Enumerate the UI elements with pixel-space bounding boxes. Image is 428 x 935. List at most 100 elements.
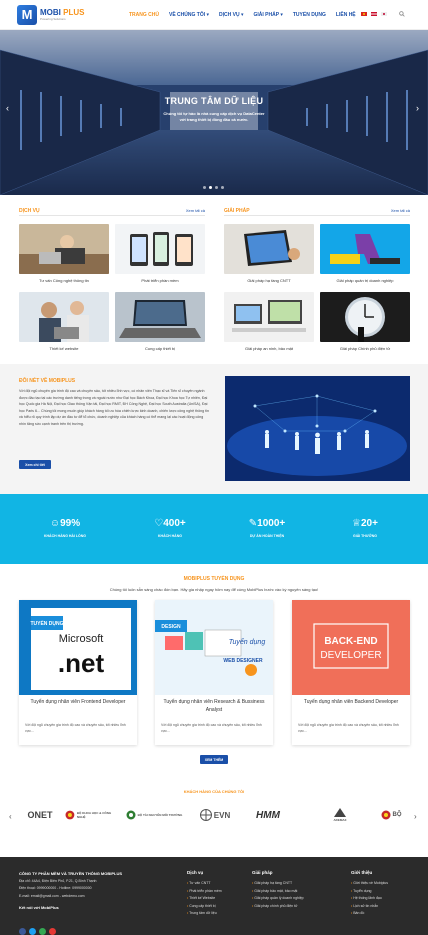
svg-text:DESIGN: DESIGN <box>161 624 181 630</box>
pencil-icon: ✎ <box>248 518 258 529</box>
partner-logo-ademax[interactable]: ADEMAX <box>315 800 365 830</box>
slider-dot[interactable] <box>209 186 212 189</box>
footer-address: Địa chỉ: 44A4, Điện Biên Phủ, P.21, Q.Bì… <box>19 878 97 883</box>
partners-prev-icon[interactable]: ‹ <box>9 812 12 821</box>
recruit-more-button[interactable]: XEM THÊM <box>200 755 228 764</box>
partner-logo-most[interactable]: BỘ KHOA HỌC & CÔNG NGHỆ <box>65 800 120 830</box>
nav-item-home[interactable]: TRANG CHỦ <box>124 12 164 18</box>
partner-logo-monre[interactable]: BỘ TÀI NGUYÊN MÔI TRƯỜNG <box>125 800 183 830</box>
footer-link[interactable]: Giải pháp bảo mật, bảo mật <box>252 888 304 896</box>
footer-phone: Điện thoại: 0999000000 - Hotline: 099900… <box>19 886 92 890</box>
site-header: M MOBI PLUS Powering Solutions TRANG CHỦ… <box>0 0 428 30</box>
footer-link[interactable]: Tuyển dụng <box>351 888 388 896</box>
footer-link[interactable]: Giải pháp chính phủ điện tử <box>252 903 304 911</box>
slider-dot[interactable] <box>203 186 206 189</box>
job-excerpt: Với đội ngũ chuyên gia trình độ cao và c… <box>25 723 126 733</box>
about-text: Với đội ngũ chuyên gia trình độ cao và c… <box>19 389 209 426</box>
nav-item-services[interactable]: DỊCH VỤ ▾ <box>214 12 248 18</box>
solution-caption-egov[interactable]: Giải pháp Chính phủ điện tử <box>320 346 410 351</box>
job-title[interactable]: Tuyển dụng nhân viên Research & Bussines… <box>161 698 267 714</box>
job-card-analyst[interactable]: DESIGN Tuyển dụng WEB DESIGNER Tuyển dụn… <box>155 600 273 745</box>
logo-name: MOBI PLUS <box>40 7 85 17</box>
footer-services: Dịch vụ Tư vấn CNTT Phát triển phần mềm … <box>187 870 222 918</box>
search-icon[interactable] <box>399 11 405 17</box>
about-title: ĐÔI NÉT VỀ MOBIPLUS <box>19 378 76 384</box>
slider-dot[interactable] <box>215 186 218 189</box>
footer-link[interactable]: Cung cấp thiết bị <box>187 903 222 911</box>
solution-caption-security[interactable]: Giải pháp an ninh, bảo mật <box>224 346 314 351</box>
main-nav: TRANG CHỦ VỀ CHÚNG TÔI ▾ DỊCH VỤ ▾ GIẢI … <box>124 0 361 30</box>
facebook-icon[interactable] <box>19 928 26 935</box>
service-caption-devices[interactable]: Cung cấp thiết bị <box>115 346 205 351</box>
footer-link[interactable]: Tư vấn CNTT <box>187 880 222 888</box>
about-detail-button[interactable]: Xem chi tiết <box>19 460 51 469</box>
nav-item-recruit[interactable]: TUYỂN DỤNG <box>288 12 331 18</box>
footer-intro: Giới thiệu Giới thiệu về Mobiplus Tuyển … <box>351 870 388 918</box>
service-caption-web[interactable]: Thiết kế website <box>19 346 109 351</box>
twitter-icon[interactable] <box>29 928 36 935</box>
recruit-title: MOBIPLUS TUYỂN DỤNG <box>183 576 245 582</box>
emblem-icon <box>126 810 136 820</box>
evn-logo-icon <box>199 809 212 821</box>
slider-dot[interactable] <box>221 186 224 189</box>
job-title[interactable]: Tuyển dụng nhân viên Backend Developer <box>298 698 404 706</box>
job-title[interactable]: Tuyển dụng nhân viên Frontend Developer <box>25 698 131 706</box>
youtube-icon[interactable] <box>49 928 56 935</box>
service-thumb-web[interactable] <box>19 292 109 342</box>
service-caption-consulting[interactable]: Tư vấn Công nghệ thông tin <box>19 278 109 283</box>
service-thumb-devices[interactable] <box>115 292 205 342</box>
footer-company-info: CÔNG TY PHẦN MỀM VÀ TRUYỀN THÔNG MOBIPLU… <box>19 870 122 912</box>
svg-text:TUYỂN DỤNG: TUYỂN DỤNG <box>30 620 63 627</box>
footer-link[interactable]: Thiết kế Website <box>187 895 222 903</box>
service-caption-software[interactable]: Phát triển phần mềm <box>115 278 205 283</box>
nav-item-solutions[interactable]: GIẢI PHÁP ▾ <box>248 12 287 18</box>
footer-link[interactable]: Bản đồ <box>351 910 388 918</box>
stat-projects: ✎1000+ DỰ ÁN HOÀN THIỆN <box>248 518 286 538</box>
job-card-backend[interactable]: BACK-END DEVELOPER Tuyển dụng nhân viên … <box>292 600 410 745</box>
partner-logo-evn[interactable]: EVN <box>190 800 240 830</box>
solution-thumb-security[interactable] <box>224 292 314 342</box>
job-image-analyst: DESIGN Tuyển dụng WEB DESIGNER <box>155 600 273 695</box>
footer-link[interactable]: Phát triển phần mềm <box>187 888 222 896</box>
solutions-view-all-link[interactable]: Xem tất cả <box>391 208 410 215</box>
service-thumb-software[interactable] <box>115 224 205 274</box>
ademax-logo-icon <box>334 808 346 817</box>
svg-text:Tuyển dụng: Tuyển dụng <box>229 638 266 646</box>
vietnam-flag-icon[interactable] <box>361 12 367 16</box>
emblem-icon <box>381 810 390 820</box>
service-thumb-consulting[interactable] <box>19 224 109 274</box>
footer-connect: Kết nối với MobiPlus <box>19 905 59 910</box>
logo[interactable]: M MOBI PLUS Powering Solutions <box>17 4 85 25</box>
footer-link[interactable]: Giới thiệu về Mobiplus <box>351 880 388 888</box>
svg-text:DEVELOPER: DEVELOPER <box>320 650 381 661</box>
footer-link[interactable]: Trung tâm dữ liệu <box>187 910 222 918</box>
footer-link[interactable]: Giải pháp quản lý doanh nghiệp <box>252 895 303 903</box>
nav-item-contact[interactable]: LIÊN HỆ <box>331 12 361 18</box>
japan-flag-icon[interactable] <box>381 12 387 16</box>
nav-item-about[interactable]: VỀ CHÚNG TÔI ▾ <box>164 12 214 18</box>
logo-mark-icon: M <box>17 4 37 25</box>
hero-title: TRUNG TÂM DỮ LIỆU <box>164 96 264 106</box>
solution-thumb-infra[interactable] <box>224 224 314 274</box>
solution-thumb-erp[interactable] <box>320 224 410 274</box>
footer-company-name: CÔNG TY PHẦN MỀM VÀ TRUYỀN THÔNG MOBIPLU… <box>19 871 123 876</box>
job-image-frontend: TUYỂN DỤNG Microsoft .net <box>19 600 137 695</box>
social-links <box>19 928 56 935</box>
footer-link[interactable]: Lịch sử tin nhắn <box>351 903 388 911</box>
footer-link[interactable]: Giải pháp hạ tầng CNTT <box>252 880 304 888</box>
solution-caption-infra[interactable]: Giải pháp hạ tầng CNTT <box>224 278 314 283</box>
services-title: DỊCH VỤ <box>19 208 40 214</box>
footer-email: E-mail: email@gmail.com - webdemo.com <box>19 893 85 898</box>
uk-flag-icon[interactable] <box>371 12 377 16</box>
google-icon[interactable] <box>39 928 46 935</box>
job-card-frontend[interactable]: TUYỂN DỤNG Microsoft .net Tuyển dụng nhâ… <box>19 600 137 745</box>
partner-logo-onet[interactable]: ONET <box>20 800 60 830</box>
partner-logo-hmm[interactable]: HMM <box>248 800 288 830</box>
footer-link[interactable]: Hệ thống lãnh đạo <box>351 895 388 903</box>
smile-icon: ☺ <box>49 518 61 529</box>
solution-thumb-egov[interactable] <box>320 292 410 342</box>
solution-caption-erp[interactable]: Giải pháp quản trị doanh nghiệp <box>320 278 410 283</box>
partner-logo-ministry[interactable]: BỘ <box>372 800 410 830</box>
partners-next-icon[interactable]: › <box>414 812 417 821</box>
services-view-all-link[interactable]: Xem tất cả <box>186 208 205 215</box>
